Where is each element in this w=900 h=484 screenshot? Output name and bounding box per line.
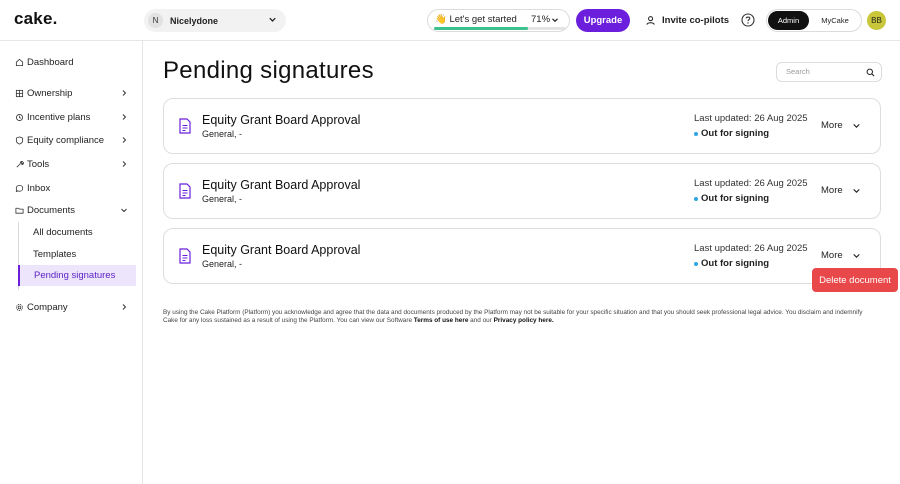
document-card[interactable]: Equity Grant Board Approval General, - L…: [163, 163, 881, 219]
document-subtitle: General, -: [202, 259, 243, 269]
sidebar-item-incentive-plans[interactable]: Incentive plans: [15, 110, 131, 124]
document-status: Out for signing: [694, 128, 769, 139]
gear-icon: [16, 303, 23, 311]
sidebar-item-tools[interactable]: Tools: [15, 157, 131, 171]
status-label: Out for signing: [701, 258, 770, 269]
folder-icon: [15, 207, 24, 214]
help-icon[interactable]: [741, 13, 755, 27]
status-dot: [694, 131, 698, 136]
cycle-icon: [16, 113, 23, 121]
more-label: More: [821, 250, 843, 261]
legal-disclaimer: By using the Cake Platform (Platform) yo…: [163, 309, 863, 325]
document-last-updated: Last updated: 26 Aug 2025: [694, 113, 808, 124]
document-title[interactable]: Equity Grant Board Approval: [202, 243, 360, 257]
grid-icon: [15, 89, 24, 97]
more-label: More: [821, 185, 843, 196]
mode-mycake-option[interactable]: MyCake: [814, 11, 856, 30]
document-status: Out for signing: [694, 193, 769, 204]
more-button[interactable]: More: [821, 120, 861, 131]
sidebar-item-label: Inbox: [27, 182, 51, 194]
status-label: Out for signing: [701, 193, 770, 204]
document-subtitle: General, -: [202, 129, 243, 139]
sidebar-item-documents[interactable]: Documents: [15, 203, 131, 217]
top-bar: cake. N Nicelydone 👋 Let's get started 7…: [0, 0, 900, 41]
subnav-item-pending-signatures[interactable]: Pending signatures: [18, 265, 136, 286]
get-started-widget[interactable]: 👋 Let's get started 71%: [427, 9, 570, 32]
chevron-down-icon: [269, 17, 276, 22]
sidebar-item-ownership[interactable]: Ownership: [15, 86, 131, 100]
company-avatar: N: [148, 13, 163, 28]
document-icon: [179, 248, 191, 264]
sidebar-item-label: Documents: [27, 204, 76, 216]
sidebar-item-company[interactable]: Company: [15, 300, 131, 314]
document-subtitle: General, -: [202, 194, 243, 204]
get-started-label: 👋 Let's get started: [435, 14, 517, 25]
status-dot: [694, 196, 698, 201]
chevron-right-icon: [122, 90, 127, 96]
terms-of-use-link[interactable]: Terms of use here: [414, 317, 469, 324]
sidebar-item-dashboard[interactable]: Dashboard: [15, 55, 131, 69]
wrench-icon: [16, 160, 24, 167]
user-plus-icon: [646, 15, 655, 25]
sidebar-item-label: Equity compliance: [27, 134, 105, 146]
cake-logo[interactable]: cake.: [14, 9, 58, 29]
get-started-percent: 71%: [531, 14, 551, 25]
chat-icon: [15, 184, 24, 192]
search-icon[interactable]: [866, 68, 875, 77]
company-selector[interactable]: N Nicelydone: [144, 9, 286, 32]
mode-toggle[interactable]: Admin MyCake: [766, 9, 862, 32]
user-avatar[interactable]: BB: [867, 11, 886, 30]
mode-admin-option[interactable]: Admin: [768, 11, 809, 30]
more-label: More: [821, 120, 843, 131]
document-icon: [179, 118, 191, 134]
document-card[interactable]: Equity Grant Board Approval General, - L…: [163, 98, 881, 154]
search-box[interactable]: [776, 62, 882, 82]
search-input[interactable]: [786, 67, 856, 76]
invite-copilots-button[interactable]: Invite co-pilots: [646, 12, 729, 28]
sidebar-item-label: Dashboard: [27, 56, 74, 68]
chevron-right-icon: [122, 114, 127, 120]
status-dot: [694, 261, 698, 266]
more-button[interactable]: More: [821, 185, 861, 196]
chevron-right-icon: [122, 304, 127, 310]
sidebar-item-label: Company: [27, 301, 68, 313]
subnav-item-templates[interactable]: Templates: [19, 244, 137, 265]
page-title: Pending signatures: [163, 57, 374, 84]
shield-icon: [15, 135, 24, 145]
upgrade-button[interactable]: Upgrade: [576, 9, 630, 32]
home-icon: [15, 58, 24, 66]
document-card[interactable]: Equity Grant Board Approval General, - L…: [163, 228, 881, 284]
get-started-progress-fill: [434, 27, 528, 30]
document-title[interactable]: Equity Grant Board Approval: [202, 178, 360, 192]
chevron-right-icon: [122, 137, 127, 143]
document-title[interactable]: Equity Grant Board Approval: [202, 113, 360, 127]
chevron-down-icon: [121, 208, 127, 213]
company-name: Nicelydone: [170, 15, 219, 26]
documents-subnav: All documents Templates Pending signatur…: [18, 222, 136, 290]
more-button[interactable]: More: [821, 250, 861, 261]
chevron-down-icon: [852, 188, 860, 193]
document-last-updated: Last updated: 26 Aug 2025: [694, 243, 808, 254]
delete-document-button[interactable]: Delete document: [812, 268, 898, 292]
subnav-item-all-documents[interactable]: All documents: [19, 222, 137, 243]
sidebar-item-label: Ownership: [27, 87, 73, 99]
sidebar-item-equity-compliance[interactable]: Equity compliance: [15, 133, 131, 147]
document-last-updated: Last updated: 26 Aug 2025: [694, 178, 808, 189]
document-icon: [179, 183, 191, 199]
chevron-down-icon: [852, 123, 860, 128]
sidebar-item-label: Tools: [27, 158, 50, 170]
sidebar-item-inbox[interactable]: Inbox: [15, 181, 131, 195]
document-status: Out for signing: [694, 258, 769, 269]
privacy-policy-link[interactable]: Privacy policy here.: [494, 317, 554, 324]
status-label: Out for signing: [701, 128, 770, 139]
sidebar: Dashboard Ownership Incentive plans Equi…: [0, 41, 143, 484]
chevron-down-icon: [852, 253, 860, 258]
get-started-progress-track: [434, 27, 566, 30]
invite-label: Invite co-pilots: [662, 14, 730, 26]
chevron-down-icon: [552, 18, 558, 23]
chevron-right-icon: [122, 161, 127, 167]
sidebar-item-label: Incentive plans: [27, 111, 91, 123]
disclaimer-connector: and our: [470, 317, 492, 324]
